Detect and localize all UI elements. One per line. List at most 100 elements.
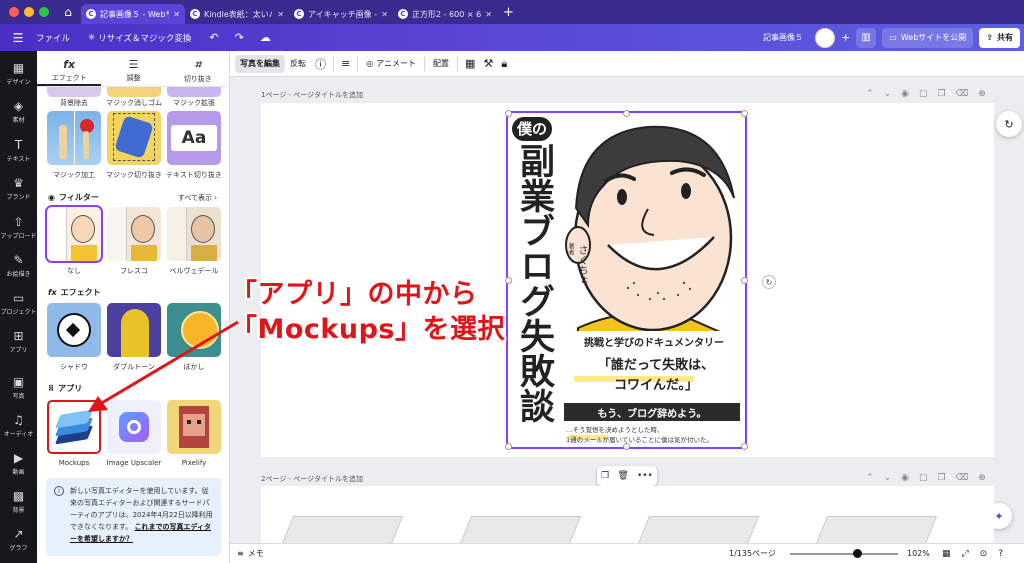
filter-belvedere-thumbnail[interactable] — [167, 207, 221, 261]
resize-handle-br[interactable] — [741, 443, 748, 450]
rail-item-charts[interactable]: ↗ グラフ — [0, 527, 37, 552]
resize-handle-b[interactable] — [623, 443, 630, 450]
resize-handle-tr[interactable] — [741, 110, 748, 117]
rotate-handle-icon[interactable]: ↻ — [762, 275, 776, 289]
browser-tab-1[interactable]: C 記事画像５ - Webサイト ✕ — [81, 4, 185, 24]
text-grab-thumbnail[interactable]: Aa — [167, 111, 221, 165]
page-count[interactable]: 1/135ページ — [729, 548, 776, 559]
browser-tab-4[interactable]: C 正方形2 - 600 × 600px ✕ — [393, 4, 497, 24]
zoom-slider[interactable] — [790, 549, 898, 558]
browser-tab-3[interactable]: C アイキャッチ画像 - 紅 ✕ — [289, 4, 393, 24]
tab-close-icon[interactable]: ✕ — [485, 10, 492, 19]
zoom-level[interactable]: 102% — [907, 549, 930, 558]
rail-item-upload[interactable]: ⇧ アップロード — [0, 215, 37, 240]
download-icon[interactable]: ⊙ — [980, 549, 988, 559]
document-title[interactable]: 記事画像５ — [763, 32, 803, 43]
flip-button[interactable]: 反転 — [285, 55, 311, 73]
chevron-down-icon[interactable]: ⌄ — [884, 473, 892, 483]
rail-item-audio[interactable]: ♫ オーディオ — [0, 413, 37, 438]
hide-page-icon[interactable]: ◉ — [901, 473, 909, 483]
zoom-slider-knob[interactable] — [852, 549, 862, 558]
delete-page-icon[interactable]: ⌫ — [956, 473, 969, 483]
tab-effects[interactable]: fx エフェクト — [37, 51, 102, 86]
browser-tab-2[interactable]: C Kindle表紙：太いバナー ✕ — [185, 4, 289, 24]
rail-item-draw[interactable]: ✎ お絵描き — [0, 253, 37, 278]
hamburger-menu-icon[interactable]: ☰ — [0, 31, 36, 45]
app-image-upscaler-thumbnail[interactable] — [107, 400, 161, 454]
position-button[interactable]: 配置 — [428, 55, 454, 73]
tab-close-icon[interactable]: ✕ — [173, 10, 180, 19]
notes-button[interactable]: ≡ メモ — [237, 548, 264, 559]
edit-photo-button[interactable]: 写真を編集 — [235, 54, 285, 73]
canvas-page-2[interactable] — [261, 486, 994, 546]
effect-shadow-thumbnail[interactable] — [47, 303, 101, 357]
rail-item-video[interactable]: ▶ 動画 — [0, 451, 37, 476]
tab-crop[interactable]: ⌗ 切り抜き — [166, 51, 229, 86]
insights-chart-icon[interactable]: ▥ — [856, 27, 877, 48]
close-window-button[interactable] — [9, 7, 19, 17]
resize-handle-bl[interactable] — [505, 443, 512, 450]
chevron-up-icon[interactable]: ⌃ — [866, 89, 874, 99]
file-menu[interactable]: ファイル — [36, 32, 70, 44]
tab-adjust[interactable]: ☰ 調整 — [101, 51, 165, 86]
refresh-suggestions-button[interactable]: ↻ — [996, 111, 1022, 137]
fullscreen-icon[interactable]: ⤢ — [962, 549, 969, 559]
filter-fresco-thumbnail[interactable] — [107, 207, 161, 261]
duplicate-icon[interactable]: ❐ — [601, 471, 609, 481]
animate-button[interactable]: ◎ アニメート — [361, 55, 421, 73]
home-icon[interactable]: ⌂ — [59, 3, 77, 21]
lock-page-icon[interactable]: ▢ — [919, 89, 928, 99]
cloud-sync-icon[interactable]: ☁ — [260, 31, 271, 44]
add-collaborator-icon[interactable]: + — [841, 31, 850, 44]
delete-page-icon[interactable]: ⌫ — [956, 89, 969, 99]
resize-magic-menu[interactable]: ✳ リサイズ＆マジック変換 — [88, 32, 191, 44]
add-page-icon[interactable]: ⊕ — [978, 473, 986, 483]
grid-view-icon[interactable]: ▦ — [942, 549, 951, 559]
filter-none-thumbnail[interactable] — [45, 205, 103, 263]
rail-item-apps[interactable]: ⊞ アプリ — [0, 329, 37, 354]
resize-handle-r[interactable] — [741, 277, 748, 284]
maximize-window-button[interactable] — [39, 7, 49, 17]
resize-handle-l[interactable] — [505, 277, 512, 284]
page2-title[interactable]: 2ページ - ページタイトルを追加 — [261, 474, 363, 484]
rail-item-background[interactable]: ▩ 背景 — [0, 489, 37, 514]
resize-handle-t[interactable] — [623, 110, 630, 117]
new-tab-button[interactable]: + — [503, 5, 514, 20]
rail-item-brand[interactable]: ♛ ブランド — [0, 176, 37, 201]
duplicate-page-icon[interactable]: ❐ — [937, 89, 945, 99]
bg-remover-thumbnail[interactable] — [47, 87, 101, 97]
app-pixelify-thumbnail[interactable] — [167, 400, 221, 454]
transparency-icon[interactable]: ▦ — [461, 55, 479, 73]
info-icon[interactable]: ⓘ — [311, 55, 330, 73]
user-avatar[interactable]: ☺ — [815, 27, 836, 48]
tab-close-icon[interactable]: ✕ — [277, 10, 284, 19]
filters-see-all-link[interactable]: すべて表示 › — [178, 193, 217, 203]
border-style-icon[interactable]: ≡ — [337, 55, 354, 73]
chevron-up-icon[interactable]: ⌃ — [866, 473, 874, 483]
tab-close-icon[interactable]: ✕ — [381, 10, 388, 19]
add-page-icon[interactable]: ⊕ — [978, 89, 986, 99]
rail-item-elements[interactable]: ◈ 素材 — [0, 99, 37, 124]
more-options-icon[interactable]: ••• — [637, 471, 653, 481]
share-button[interactable]: ⇪ 共有 — [979, 27, 1020, 48]
magic-grab-thumbnail[interactable] — [107, 111, 161, 165]
chevron-down-icon[interactable]: ⌄ — [884, 89, 892, 99]
app-mockups-thumbnail[interactable] — [47, 400, 101, 454]
book-cover-image[interactable]: 僕の 副業ブログ失敗談 著者 さくちょ 挑戦と学びのドキュメンタリー 「誰だって… — [506, 111, 747, 449]
rail-item-text[interactable]: T テキスト — [0, 138, 37, 163]
lock-page-icon[interactable]: ▢ — [919, 473, 928, 483]
trash-icon[interactable]: 🗑︎ — [617, 471, 628, 481]
duplicate-page-icon[interactable]: ❐ — [937, 473, 945, 483]
page1-title[interactable]: 1ページ - ページタイトルを追加 — [261, 90, 363, 100]
magic-edit-thumbnail[interactable] — [47, 111, 101, 165]
effect-duotone-thumbnail[interactable] — [107, 303, 161, 357]
lock-icon[interactable]: 🔒︎ — [497, 55, 511, 73]
effect-blur-thumbnail[interactable] — [167, 303, 221, 357]
rail-item-photos[interactable]: ▣ 写真 — [0, 375, 37, 400]
rail-item-projects[interactable]: ▭ プロジェクト — [0, 291, 37, 316]
redo-icon[interactable]: ↷ — [235, 31, 244, 44]
rail-item-design[interactable]: ▦ デザイン — [0, 61, 37, 86]
paint-roller-icon[interactable]: ⚒ — [479, 55, 497, 73]
publish-website-button[interactable]: ▭ Webサイトを公開 — [882, 27, 974, 48]
help-icon[interactable]: ? — [998, 549, 1003, 559]
